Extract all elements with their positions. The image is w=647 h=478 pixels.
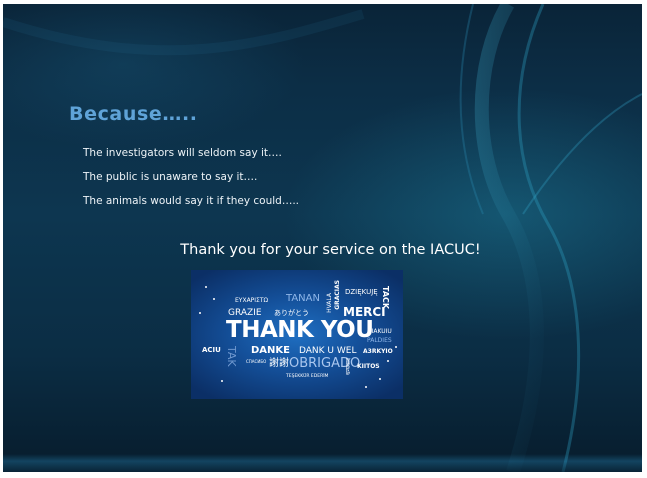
star-decoration	[221, 380, 223, 382]
word-paldies: PALDIES	[367, 337, 392, 344]
word-tanan: TANAN	[286, 293, 320, 304]
word-gracias: GRACIAS	[334, 280, 341, 310]
word-thank-you: THANK YOU	[226, 317, 374, 343]
word-eucharisto: ΕΥΧΑΡΙΣΤΩ	[235, 297, 269, 304]
star-decoration	[365, 386, 367, 388]
word-dziekuje: DZIĘKUJĘ	[345, 288, 378, 296]
word-azerkyio: A3RKYIO	[363, 348, 393, 355]
star-decoration	[387, 360, 389, 362]
reason-item-animals: The animals would say it if they could….…	[83, 195, 300, 207]
star-decoration	[199, 312, 201, 314]
word-diakuiu: DIAKUIU	[367, 328, 392, 335]
word-tack: TACK	[381, 286, 390, 310]
word-tesekkur: TEŞEKKÜR EDERİM	[286, 374, 329, 379]
word-aciu: ACIU	[202, 346, 221, 354]
background-swoosh	[3, 4, 642, 472]
word-spasibo: СПАСИБО	[246, 359, 267, 364]
reason-item-investigators: The investigators will seldom say it….	[83, 147, 282, 159]
thank-you-text: Thank you for your service on the IACUC!	[180, 242, 481, 258]
word-xiexie: 謝謝	[269, 358, 289, 369]
word-arigatou: ありがとう	[274, 309, 309, 317]
reason-item-public: The public is unaware to say it….	[83, 171, 258, 183]
word-dhanyavad: धन्यवाद	[345, 358, 352, 376]
thank-you-line: Thank you for your service on the IACUC!	[3, 242, 642, 258]
slide: Because….. The investigators will seldom…	[3, 4, 642, 472]
word-dank-u-wel: DANK U WEL	[299, 346, 357, 356]
slide-title: Because…..	[69, 103, 198, 125]
star-decoration	[395, 346, 397, 348]
reason-list: The investigators will seldom say it…. T…	[83, 146, 299, 218]
star-decoration	[205, 286, 207, 288]
bottom-band	[3, 454, 642, 472]
word-tak: TAK	[225, 346, 238, 367]
thank-you-word-cloud-image: ΕΥΧΑΡΙΣΤΩ TANAN HVALA GRACIAS DZIĘKUJĘ G…	[191, 270, 403, 399]
word-kiitos: KIITOS	[357, 363, 380, 370]
star-decoration	[213, 298, 215, 300]
star-decoration	[379, 378, 381, 380]
word-danke: DANKE	[251, 345, 290, 356]
word-hvala: HVALA	[326, 293, 333, 313]
